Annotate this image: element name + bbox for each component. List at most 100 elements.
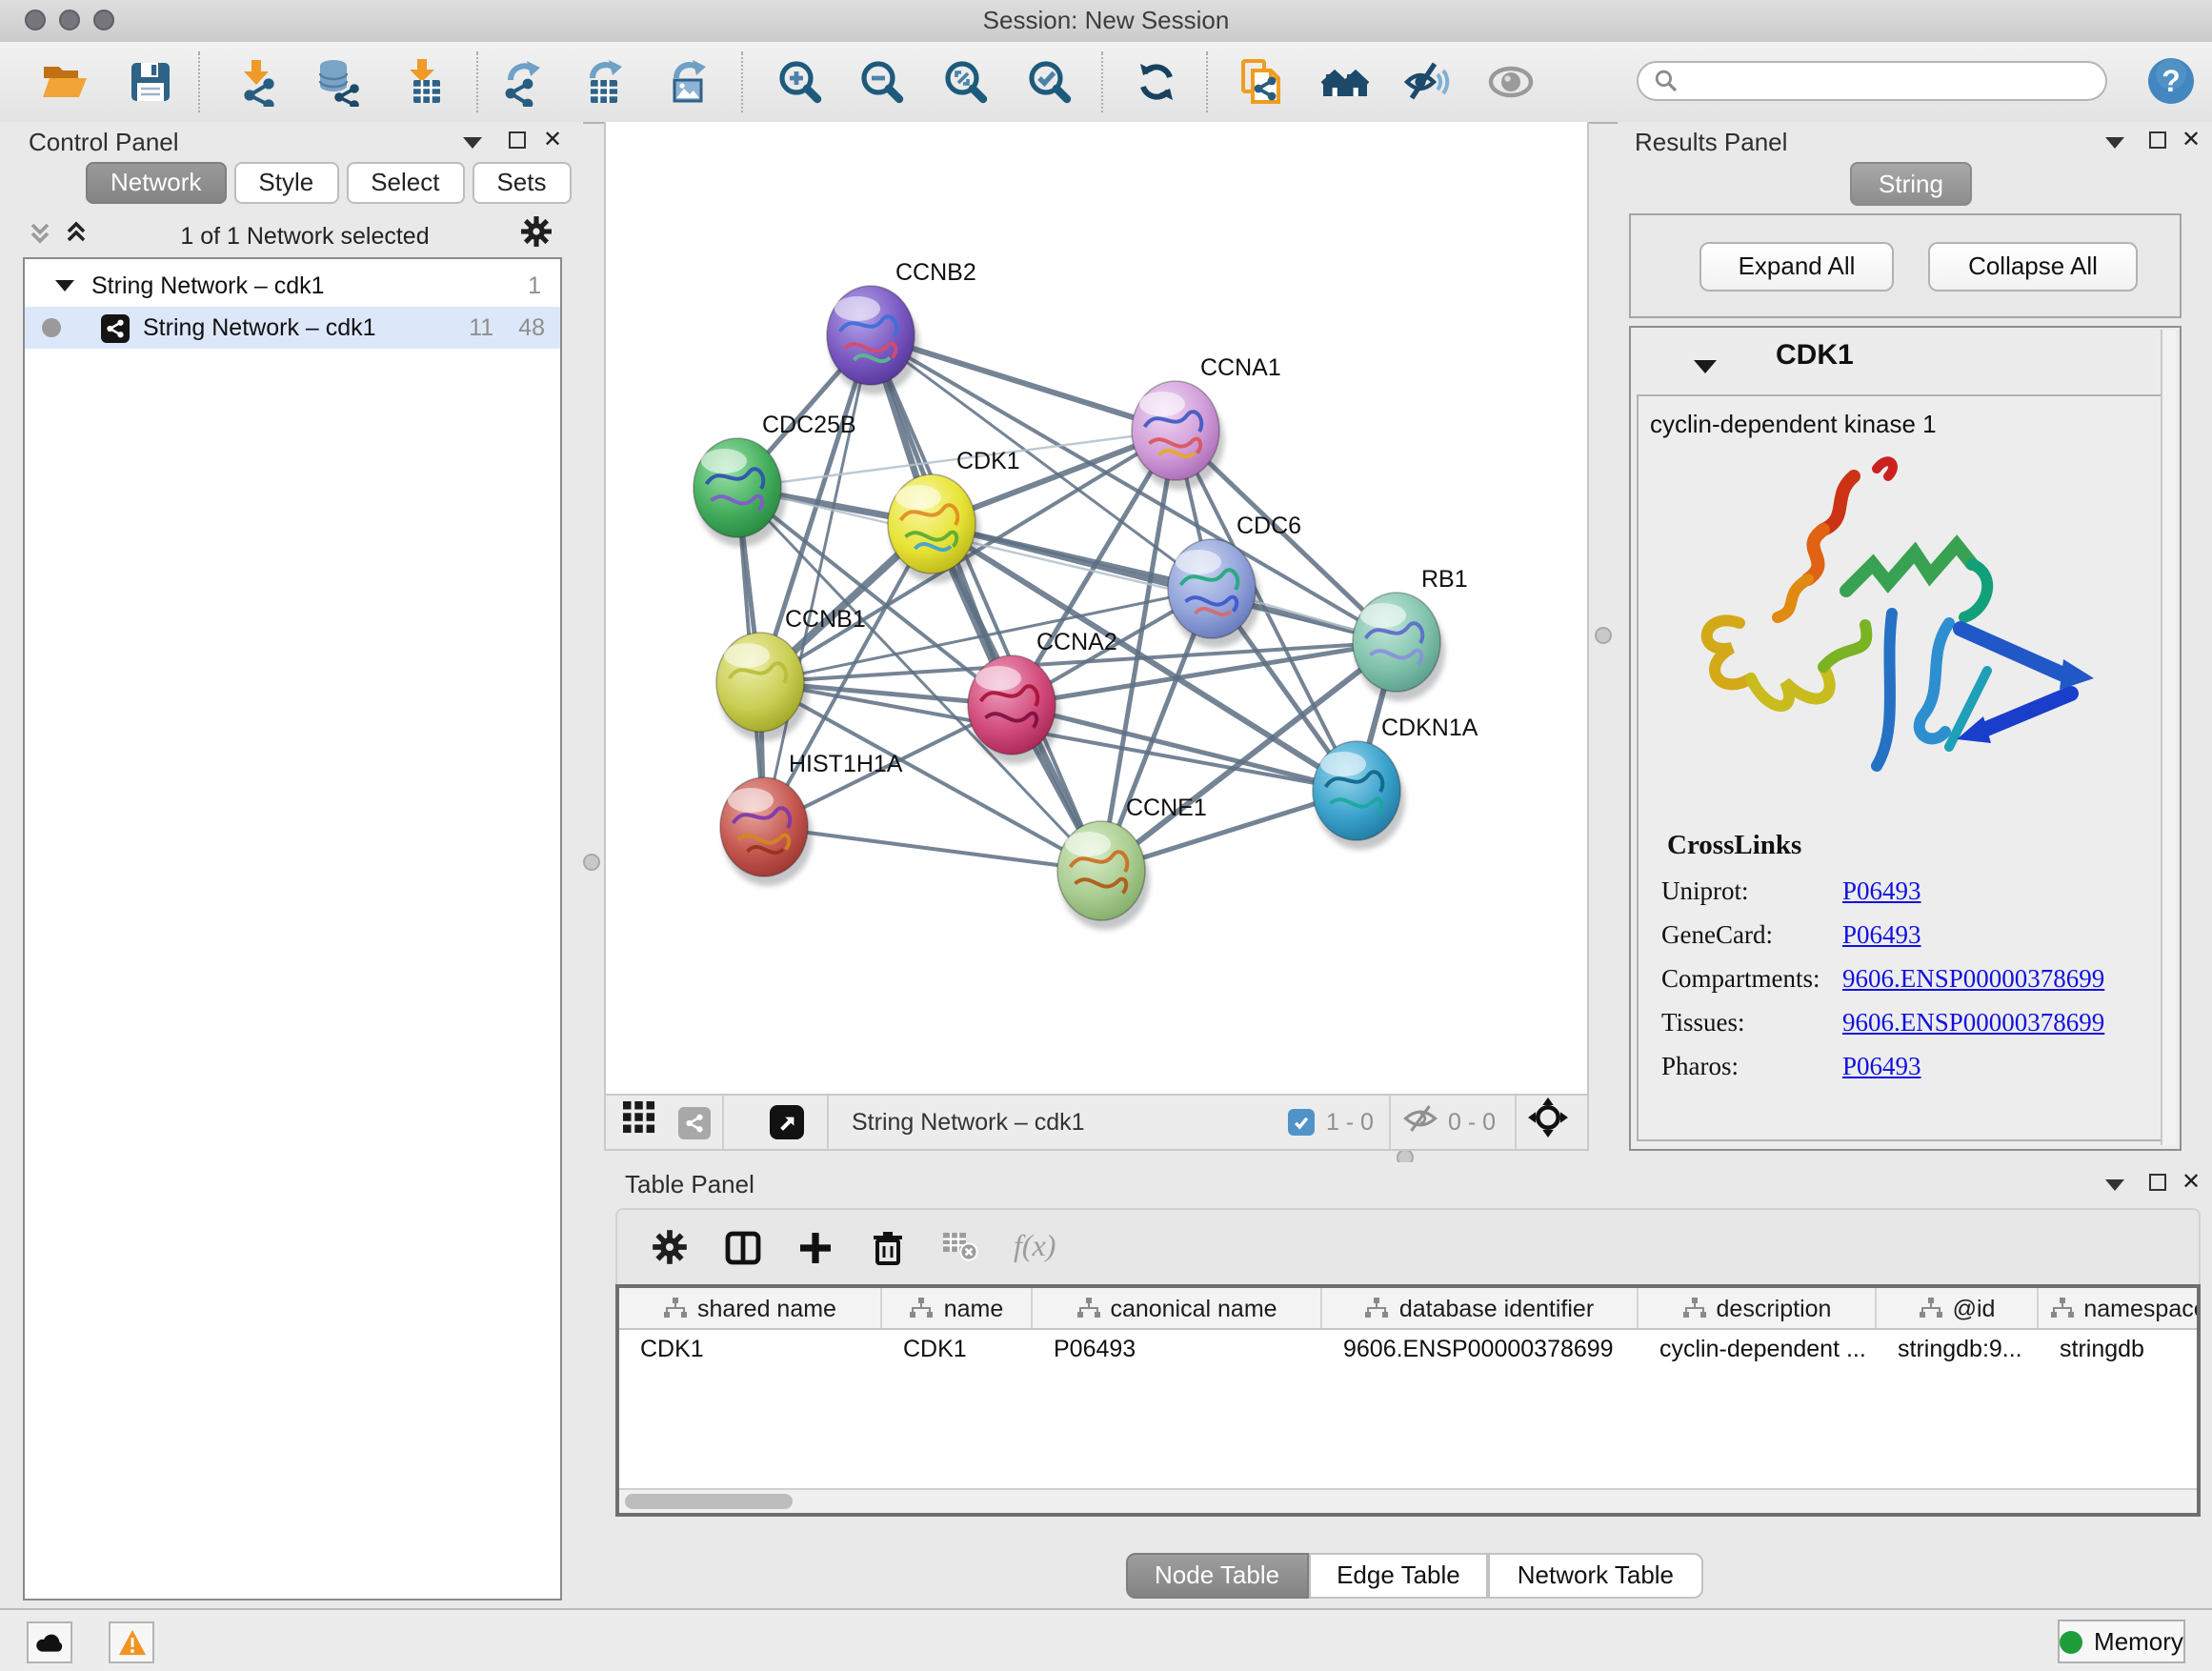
expand-all-button[interactable]: Expand All — [1699, 242, 1894, 292]
column-header-name[interactable]: name — [882, 1288, 1033, 1328]
show-columns-icon[interactable] — [724, 1228, 762, 1266]
table-cell[interactable]: stringdb:9... — [1877, 1330, 2039, 1370]
search-input[interactable] — [1637, 61, 2107, 101]
collapse-all-button[interactable]: Collapse All — [1928, 242, 2138, 292]
expand-all-networks-icon[interactable] — [63, 218, 90, 254]
crosslink-link[interactable]: 9606.ENSP00000378699 — [1842, 964, 2104, 995]
panel-float-icon[interactable] — [509, 131, 526, 149]
hidden-eye-icon[interactable] — [1402, 1102, 1438, 1142]
table-cell[interactable]: CDK1 — [619, 1330, 882, 1370]
panel-float-icon[interactable] — [2149, 131, 2166, 149]
table-cell[interactable]: cyclin-dependent ... — [1639, 1330, 1877, 1370]
collapse-all-networks-icon[interactable] — [27, 218, 53, 254]
network-share-icon[interactable] — [678, 1106, 711, 1138]
add-column-icon[interactable] — [796, 1228, 835, 1266]
panel-close-icon[interactable]: ✕ — [2182, 1172, 2201, 1191]
network-node-CCNB2[interactable]: CCNB2 — [827, 259, 976, 394]
window-close-button[interactable] — [25, 10, 46, 30]
column-header-canonical-name[interactable]: canonical name — [1033, 1288, 1322, 1328]
clipboard-network-icon[interactable] — [1237, 57, 1286, 107]
zoom-out-icon[interactable] — [857, 57, 907, 107]
warnings-button[interactable] — [109, 1621, 154, 1663]
panel-close-icon[interactable]: ✕ — [2182, 130, 2201, 149]
selected-checkbox-icon[interactable] — [1288, 1109, 1315, 1136]
column-header-database-identifier[interactable]: database identifier — [1322, 1288, 1639, 1328]
panel-close-icon[interactable]: ✕ — [543, 130, 562, 149]
network-node-CCNA1[interactable]: CCNA1 — [1132, 354, 1281, 490]
open-session-icon[interactable] — [40, 57, 90, 107]
export-table-icon[interactable] — [581, 57, 631, 107]
navigator-crosshair-icon[interactable] — [1528, 1097, 1568, 1147]
network-node-HIST1H1A[interactable]: HIST1H1A — [720, 751, 903, 886]
hide-details-icon[interactable] — [1402, 57, 1452, 107]
results-scrollbar[interactable] — [2161, 330, 2176, 1145]
network-edge[interactable] — [871, 335, 1101, 871]
tab-string[interactable]: String — [1850, 162, 1972, 206]
search-text-field[interactable] — [1679, 64, 2105, 98]
right-splitter-handle[interactable] — [1595, 627, 1612, 644]
tab-network[interactable]: Network — [86, 162, 226, 204]
table-cell[interactable]: 9606.ENSP00000378699 — [1322, 1330, 1639, 1370]
column-header-description[interactable]: description — [1639, 1288, 1877, 1328]
zoom-selected-icon[interactable] — [1025, 57, 1075, 107]
tab-select[interactable]: Select — [346, 162, 464, 204]
panel-float-icon[interactable] — [2149, 1174, 2166, 1191]
cloud-status-button[interactable] — [27, 1621, 72, 1663]
scrollbar-thumb[interactable] — [625, 1494, 793, 1509]
table-cell[interactable]: P06493 — [1033, 1330, 1322, 1370]
tab-network-table[interactable]: Network Table — [1489, 1553, 1702, 1599]
table-cell[interactable]: stringdb — [2039, 1330, 2201, 1370]
network-edge[interactable] — [764, 827, 1101, 871]
export-image-icon[interactable] — [665, 57, 714, 107]
zoom-in-icon[interactable] — [775, 57, 825, 107]
import-network-database-icon[interactable] — [314, 57, 364, 107]
panel-menu-icon[interactable] — [2105, 1179, 2124, 1191]
import-network-file-icon[interactable] — [234, 57, 284, 107]
grid-view-icon[interactable] — [623, 1101, 655, 1143]
crosslink-link[interactable]: 9606.ENSP00000378699 — [1842, 1008, 2104, 1038]
import-table-icon[interactable] — [398, 57, 448, 107]
network-options-gear-icon[interactable] — [520, 215, 553, 257]
network-node-CCNB1[interactable]: CCNB1 — [716, 606, 866, 741]
refresh-icon[interactable] — [1132, 57, 1181, 107]
help-icon[interactable]: ? — [2145, 55, 2195, 105]
panel-menu-icon[interactable] — [463, 137, 482, 149]
tree-disclosure-icon[interactable] — [55, 272, 74, 299]
tab-style[interactable]: Style — [233, 162, 338, 204]
delete-column-icon[interactable] — [869, 1228, 907, 1266]
network-view-canvas[interactable]: CCNB2CCNA1CDC25BCDK1CDC6RB1CCNB1CCNA2CDK… — [604, 122, 1589, 1094]
tab-node-table[interactable]: Node Table — [1126, 1553, 1308, 1599]
window-minimize-button[interactable] — [59, 10, 80, 30]
houses-icon[interactable] — [1320, 57, 1370, 107]
network-edge[interactable] — [932, 524, 1397, 642]
network-node-CDC25B[interactable]: CDC25B — [694, 412, 856, 547]
memory-button[interactable]: Memory — [2058, 1620, 2185, 1663]
network-tree-root-row[interactable]: String Network – cdk1 1 — [25, 265, 560, 307]
column-header-namespace[interactable]: namespace — [2039, 1288, 2201, 1328]
crosslink-link[interactable]: P06493 — [1842, 876, 1921, 907]
table-horizontal-scrollbar[interactable] — [619, 1488, 2197, 1513]
network-node-CCNE1[interactable]: CCNE1 — [1057, 795, 1207, 930]
column-header-shared-name[interactable]: shared name — [619, 1288, 882, 1328]
window-zoom-button[interactable] — [93, 10, 114, 30]
export-network-icon[interactable] — [499, 57, 549, 107]
crosslink-link[interactable]: P06493 — [1842, 920, 1921, 951]
network-node-CDKN1A[interactable]: CDKN1A — [1313, 715, 1478, 850]
save-session-icon[interactable] — [126, 57, 175, 107]
table-row[interactable]: CDK1CDK1P064939606.ENSP00000378699cyclin… — [619, 1330, 2197, 1370]
zoom-fit-icon[interactable] — [941, 57, 991, 107]
tab-sets[interactable]: Sets — [472, 162, 571, 204]
left-splitter-handle[interactable] — [583, 854, 600, 871]
panel-menu-icon[interactable] — [2105, 137, 2124, 149]
crosslink-link[interactable]: P06493 — [1842, 1052, 1921, 1082]
section-disclosure-icon[interactable] — [1694, 351, 1717, 385]
tab-edge-table[interactable]: Edge Table — [1308, 1553, 1489, 1599]
table-settings-gear-icon[interactable] — [652, 1228, 690, 1266]
network-node-RB1[interactable]: RB1 — [1353, 566, 1468, 701]
detach-view-icon[interactable] — [770, 1105, 804, 1139]
eye-icon[interactable] — [1486, 57, 1536, 107]
network-node-CDC6[interactable]: CDC6 — [1168, 513, 1301, 648]
network-tree-child-row[interactable]: String Network – cdk1 11 48 — [25, 307, 560, 349]
column-header--id[interactable]: @id — [1877, 1288, 2039, 1328]
network-node-CDK1[interactable]: CDK1 — [888, 448, 1020, 583]
